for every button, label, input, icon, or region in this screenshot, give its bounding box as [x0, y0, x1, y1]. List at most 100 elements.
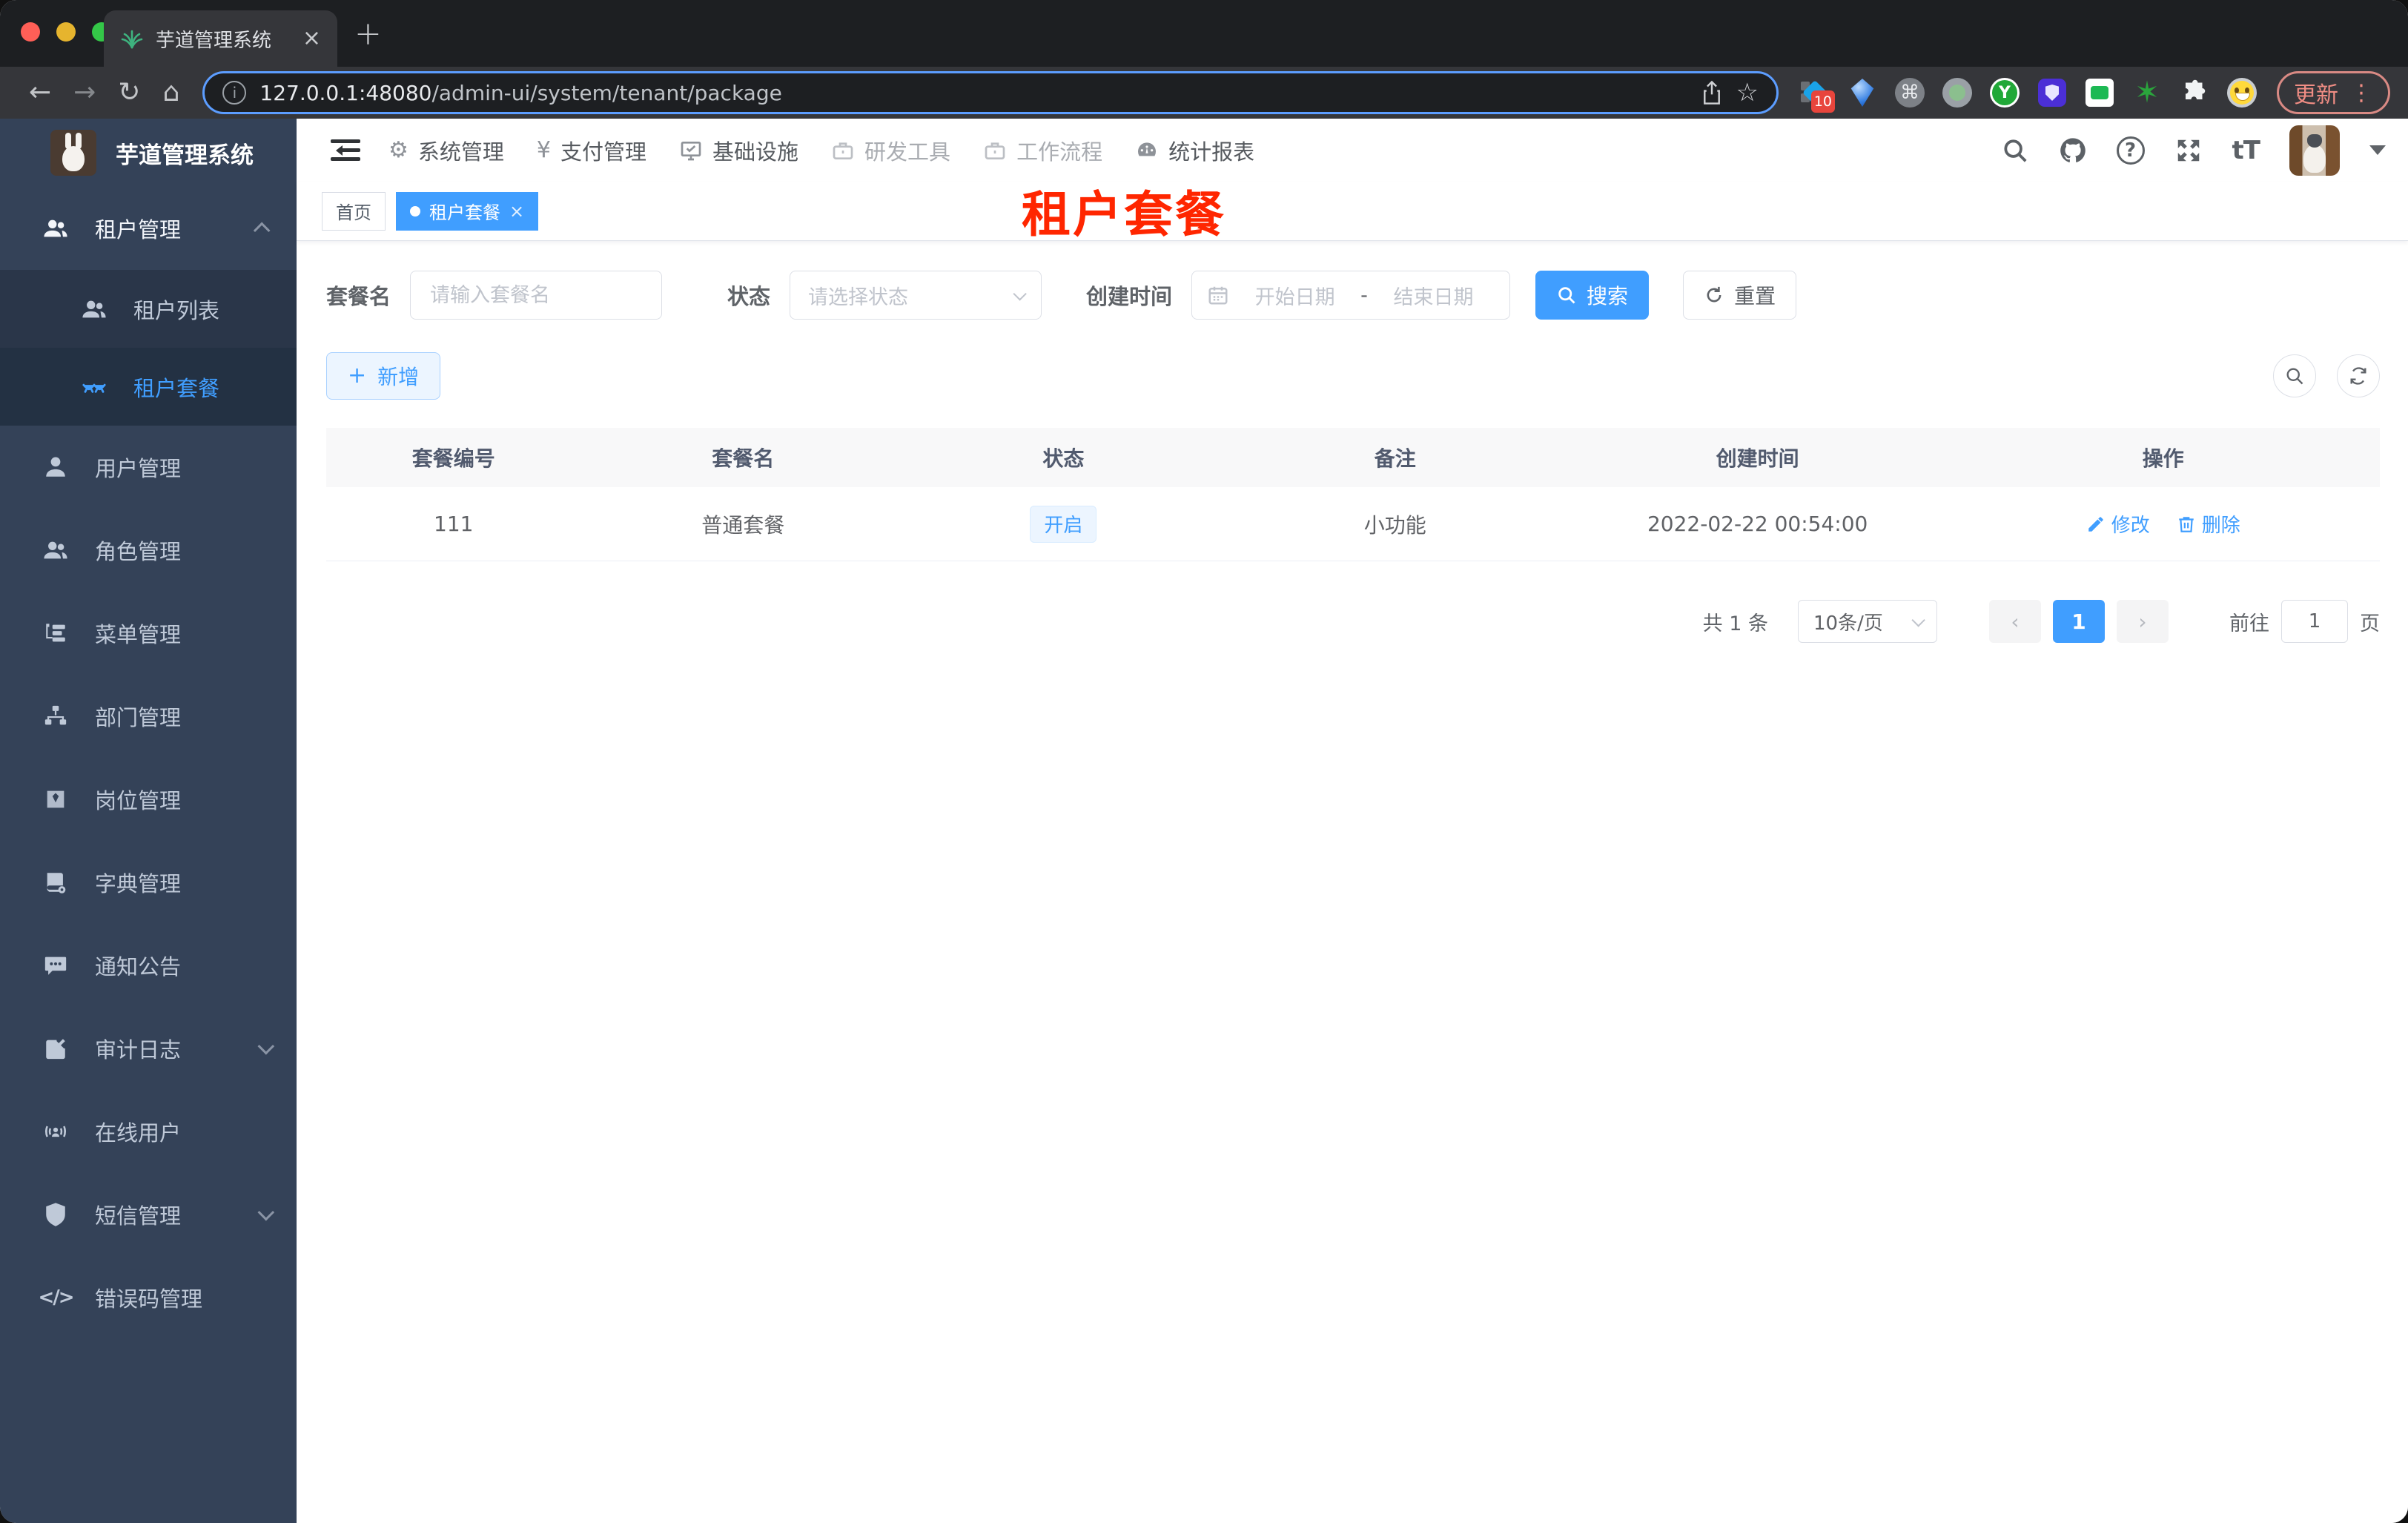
active-dot-icon	[410, 205, 420, 217]
sidebar-item-tenant-package[interactable]: 租户套餐	[0, 348, 297, 426]
browser-update-button[interactable]: 更新 ⋮	[2277, 71, 2390, 114]
topnav-label: 统计报表	[1168, 139, 1255, 165]
tab-manager-extension-icon[interactable]: 10	[1799, 77, 1835, 113]
topnav-workflow[interactable]: 工作流程	[983, 135, 1102, 166]
gem-extension-icon[interactable]	[1847, 77, 1878, 108]
package-name-input[interactable]	[410, 271, 663, 320]
avatar[interactable]	[2289, 125, 2340, 176]
reset-button[interactable]: 重置	[1683, 271, 1797, 320]
github-icon[interactable]	[2059, 136, 2087, 165]
date-end-placeholder[interactable]: 结束日期	[1372, 281, 1495, 310]
browser-menu-icon[interactable]: ⋮	[2350, 80, 2373, 106]
show-search-button[interactable]	[2273, 354, 2316, 397]
tag-tenant-package[interactable]: 租户套餐 ×	[396, 191, 539, 231]
tab-close-icon[interactable]: ×	[302, 27, 321, 50]
shield-check-icon	[43, 1202, 68, 1227]
search-label: 搜索	[1587, 284, 1629, 308]
col-header: 套餐编号	[411, 446, 495, 471]
sidebar-logo[interactable]: 芋道管理系统	[0, 119, 297, 187]
topnav-payment[interactable]: ¥ 支付管理	[537, 135, 646, 166]
browser-tab[interactable]: 芋道管理系统 ×	[104, 10, 337, 67]
sidebar-item-label: 用户管理	[95, 456, 182, 481]
sidebar-item-post-mgmt[interactable]: 岗位管理	[0, 758, 297, 841]
calendar-icon	[1208, 286, 1228, 305]
share-icon[interactable]	[1701, 80, 1723, 105]
back-icon[interactable]: ←	[29, 79, 51, 106]
briefcase-icon	[983, 139, 1007, 162]
font-size-icon[interactable]: tT	[2232, 136, 2260, 165]
app-header: ⚙ 系统管理 ¥ 支付管理 基础设施 研发工具 工作流程 统计报表 ? tT	[297, 119, 2408, 182]
chevron-down-icon	[1911, 612, 1925, 627]
pagination: 共 1 条 10条/页 ‹ 1 › 前往 页	[326, 600, 2380, 643]
date-separator: -	[1360, 283, 1368, 307]
topnav-system[interactable]: ⚙ 系统管理	[388, 135, 504, 166]
search-button[interactable]: 搜索	[1535, 271, 1650, 320]
sidebar-item-errcode-mgmt[interactable]: </> 错误码管理	[0, 1256, 297, 1339]
browser-toolbar: ← → ↻ ⌂ i 127.0.0.1:48080/admin-ui/syste…	[0, 67, 2408, 119]
refresh-table-button[interactable]	[2337, 354, 2380, 397]
new-tab-button[interactable]: +	[354, 15, 382, 53]
bookmark-star-icon[interactable]: ☆	[1736, 78, 1759, 108]
minimize-window-button[interactable]	[56, 22, 76, 42]
command-extension-icon[interactable]: ⌘	[1894, 77, 1925, 108]
url-bar[interactable]: i 127.0.0.1:48080/admin-ui/system/tenant…	[202, 71, 1779, 114]
tag-home[interactable]: 首页	[322, 191, 386, 231]
code-icon: </>	[38, 1286, 74, 1309]
sidebar-item-online-users[interactable]: 在线用户	[0, 1090, 297, 1173]
topnav-devtools[interactable]: 研发工具	[831, 135, 950, 166]
shield-extension-icon[interactable]	[2037, 77, 2068, 108]
avatar-caret-down-icon[interactable]	[2369, 145, 2386, 163]
topnav-infra[interactable]: 基础设施	[679, 135, 798, 166]
sidebar-item-label: 角色管理	[95, 539, 182, 564]
cell-actions: 修改 删除	[1947, 510, 2380, 538]
status-badge: 开启	[1030, 505, 1097, 543]
search-icon[interactable]	[2001, 136, 2029, 165]
tag-label: 租户套餐	[429, 202, 500, 223]
delete-label: 删除	[2201, 515, 2240, 537]
sidebar-item-user-mgmt[interactable]: 用户管理	[0, 426, 297, 509]
puzzle-extensions-icon[interactable]	[2179, 77, 2210, 108]
sidebar-item-label: 菜单管理	[95, 622, 182, 647]
home-icon[interactable]: ⌂	[163, 79, 180, 106]
help-icon[interactable]: ?	[2116, 136, 2145, 165]
chat-extension-icon[interactable]	[2084, 77, 2115, 108]
y-extension-icon[interactable]: Y	[1989, 77, 2020, 108]
edit-link[interactable]: 修改	[2086, 510, 2150, 538]
sidebar-item-notice[interactable]: 通知公告	[0, 924, 297, 1007]
fullscreen-icon[interactable]	[2174, 136, 2203, 165]
forward-icon[interactable]: →	[73, 79, 96, 106]
delete-link[interactable]: 删除	[2177, 510, 2240, 538]
topnav-label: 系统管理	[417, 139, 504, 165]
sidebar-item-role-mgmt[interactable]: 角色管理	[0, 509, 297, 592]
recorder-extension-icon[interactable]	[1942, 77, 1973, 108]
col-header: 创建时间	[1716, 446, 1799, 471]
sidebar-item-tenant-group[interactable]: 租户管理	[0, 187, 297, 270]
next-page-button[interactable]: ›	[2117, 600, 2169, 643]
site-info-icon[interactable]: i	[222, 81, 247, 105]
page-size-select[interactable]: 10条/页	[1798, 600, 1937, 643]
date-range-picker[interactable]: 开始日期 - 结束日期	[1191, 271, 1511, 320]
chevron-down-icon	[257, 1203, 275, 1221]
topnav-report[interactable]: 统计报表	[1135, 135, 1254, 166]
goto-page-input[interactable]	[2281, 600, 2348, 643]
sidebar-collapse-icon[interactable]	[331, 139, 360, 162]
prev-page-button[interactable]: ‹	[1989, 600, 2041, 643]
status-select[interactable]: 请选择状态	[790, 271, 1042, 320]
sidebar-item-dept-mgmt[interactable]: 部门管理	[0, 675, 297, 758]
sidebar-item-audit-log[interactable]: 审计日志	[0, 1007, 297, 1090]
status-label: 状态	[727, 284, 771, 309]
close-window-button[interactable]	[21, 22, 40, 42]
sidebar-item-menu-mgmt[interactable]: 菜单管理	[0, 592, 297, 675]
sidebar-item-label: 在线用户	[95, 1120, 182, 1146]
sidebar-item-tenant-list[interactable]: 租户列表	[0, 270, 297, 348]
sidebar-item-dict-mgmt[interactable]: 字典管理	[0, 841, 297, 924]
add-button[interactable]: + 新增	[326, 352, 441, 400]
emoji-extension-icon[interactable]	[2226, 77, 2258, 108]
reload-icon[interactable]: ↻	[118, 79, 140, 106]
current-page-button[interactable]: 1	[2053, 600, 2105, 643]
date-start-placeholder[interactable]: 开始日期	[1234, 281, 1356, 310]
star-extension-icon[interactable]: ✶	[2131, 77, 2163, 108]
tag-close-icon[interactable]: ×	[509, 201, 524, 222]
cell-package-name: 普通套餐	[701, 512, 785, 538]
sidebar-item-sms-mgmt[interactable]: 短信管理	[0, 1173, 297, 1256]
